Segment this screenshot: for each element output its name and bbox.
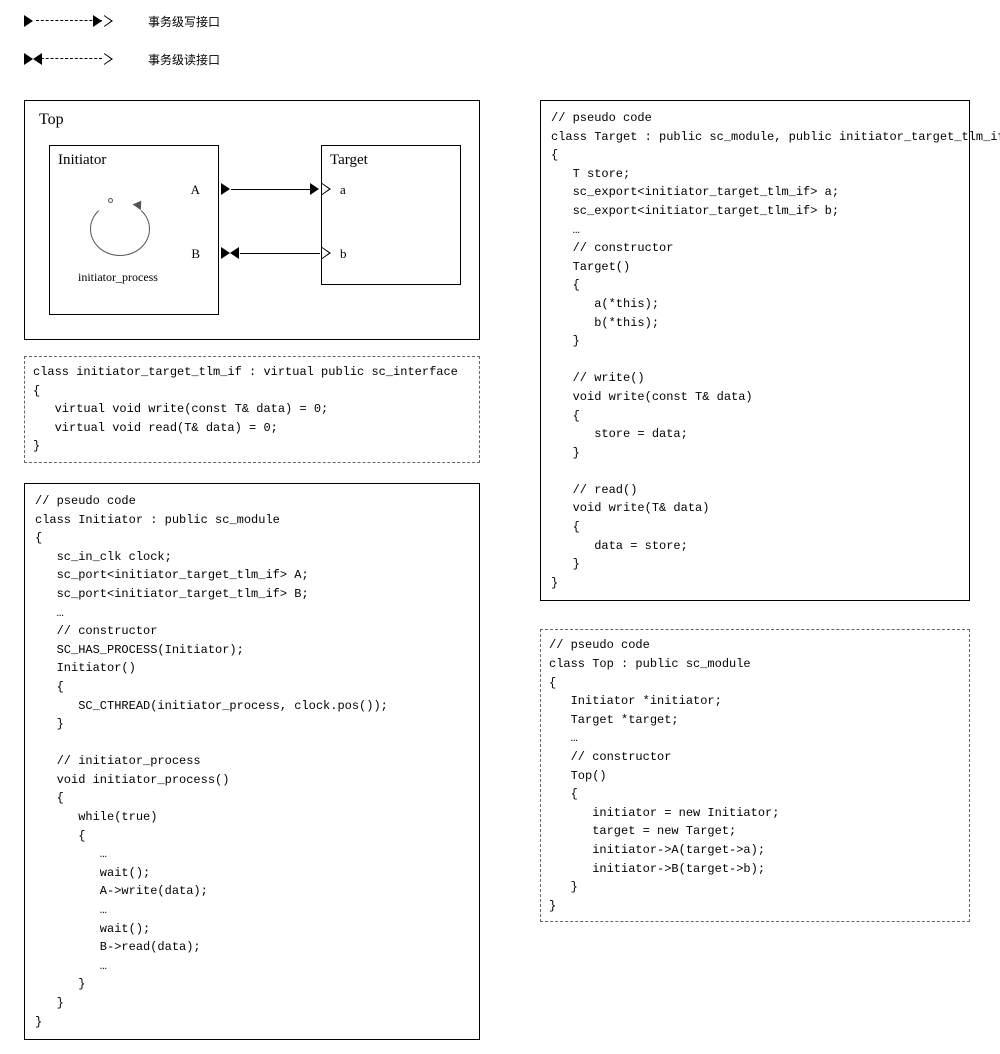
legend-write-label: 事务级写接口 [148, 13, 220, 30]
port-label-b: b [340, 246, 347, 262]
initiator-code: // pseudo code class Initiator : public … [24, 483, 480, 1040]
port-label-B: B [191, 246, 200, 262]
port-b-icon [323, 253, 332, 265]
port-B-out-icon [221, 247, 230, 259]
port-A-icon [221, 183, 230, 195]
write-interface-icon [24, 14, 114, 28]
target-code: // pseudo code class Target : public sc_… [540, 100, 970, 601]
target-title: Target [330, 152, 368, 169]
initiator-box: Initiator initiator_process A B [49, 145, 219, 315]
interface-code: class initiator_target_tlm_if : virtual … [24, 356, 480, 463]
port-label-a: a [340, 182, 346, 198]
loop-start-dot-icon [108, 198, 113, 203]
port-B-in-icon [230, 247, 239, 259]
process-loop-icon [90, 202, 150, 256]
top-diagram: Top Initiator initiator_process A B Targ… [24, 100, 480, 340]
port-a-icon [323, 189, 332, 201]
top-class-code: // pseudo code class Top : public sc_mod… [540, 629, 970, 922]
connection-A-a [231, 189, 311, 190]
initiator-process-label: initiator_process [78, 270, 158, 285]
read-interface-icon [24, 52, 114, 66]
initiator-title: Initiator [58, 152, 106, 169]
port-label-A: A [191, 182, 200, 198]
legend-write: 事务级写接口 [24, 14, 976, 28]
arrow-into-a-icon [310, 183, 319, 195]
top-title: Top [39, 111, 64, 129]
target-box: Target a b [321, 145, 461, 285]
connection-B-b [240, 253, 320, 254]
legend-read-label: 事务级读接口 [148, 51, 220, 68]
legend-read: 事务级读接口 [24, 52, 976, 66]
